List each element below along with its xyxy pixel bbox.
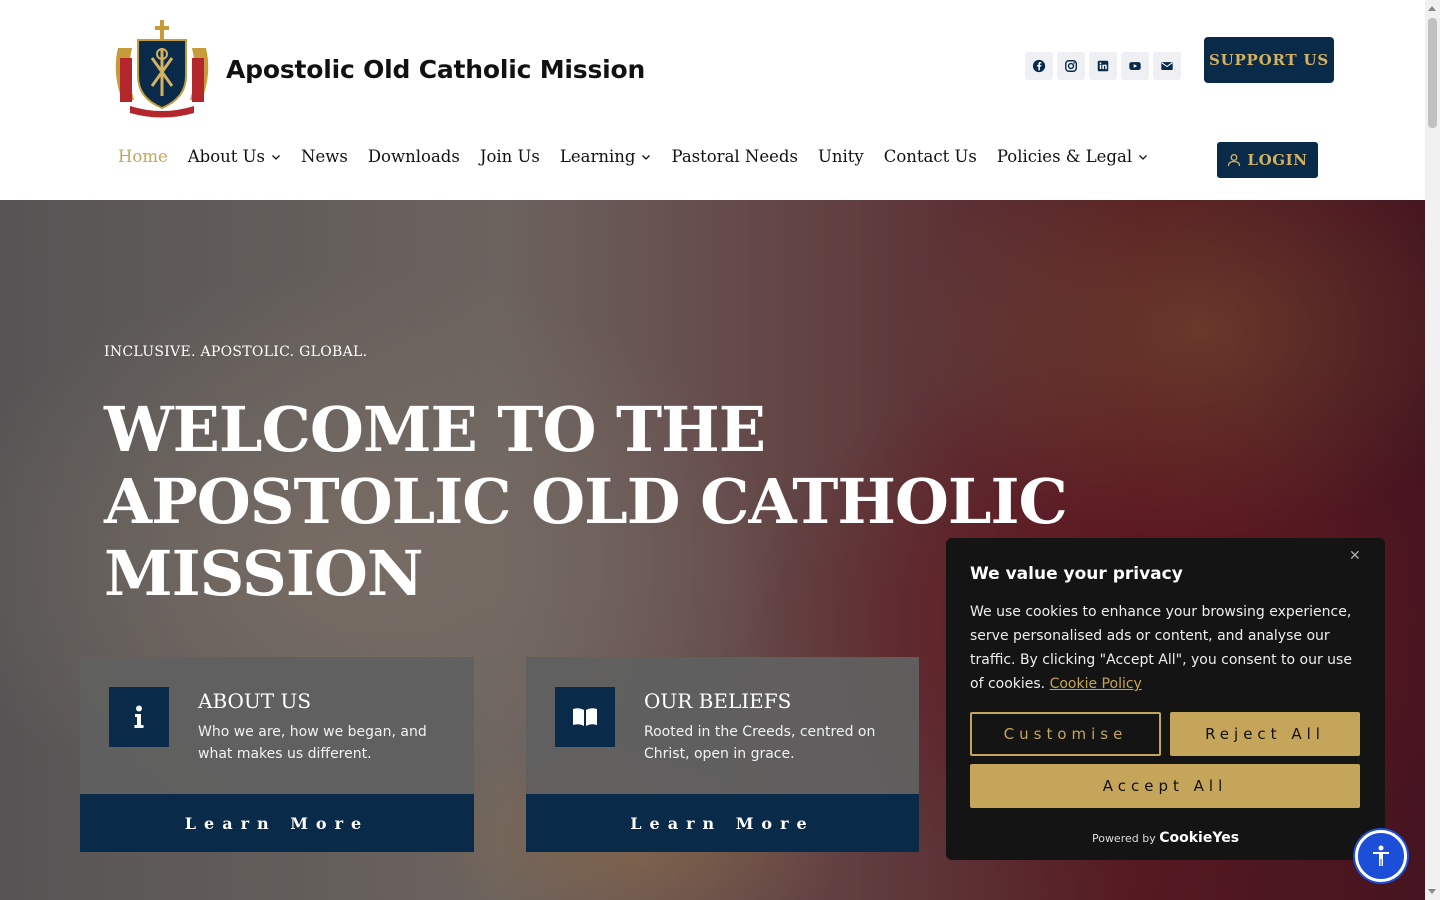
nav-label: Unity (817, 147, 864, 166)
accessibility-button[interactable] (1355, 830, 1407, 882)
learn-more-button[interactable]: Learn More (80, 794, 474, 852)
email-icon[interactable] (1153, 52, 1181, 80)
hero-eyebrow: INCLUSIVE. APOSTOLIC. GLOBAL. (104, 344, 368, 360)
card-text: Who we are, how we began, and what makes… (198, 724, 427, 762)
login-button[interactable]: LOGIN (1217, 142, 1318, 178)
cookie-body: We use cookies to enhance your browsing … (970, 604, 1352, 692)
nav-label: Policies & Legal (996, 147, 1133, 166)
card-body: OUR BELIEFS Rooted in the Creeds, centre… (526, 657, 919, 794)
main-nav: Home About Us News Downloads Join Us Lea… (118, 147, 1168, 166)
cookie-consent-banner: ✕ We value your privacy We use cookies t… (946, 538, 1385, 860)
card-title: ABOUT US (198, 689, 312, 713)
card-body: ABOUT US Who we are, how we began, and w… (80, 657, 474, 794)
hero-title-line: WELCOME TO THE (104, 393, 766, 466)
nav-label: Downloads (367, 147, 460, 166)
nav-item-pastoral-needs[interactable]: Pastoral Needs (671, 147, 797, 166)
social-links (1025, 52, 1181, 80)
user-icon (1228, 154, 1241, 167)
nav-item-policies-legal[interactable]: Policies & Legal (997, 147, 1148, 166)
cookie-actions: Customise Reject All (970, 712, 1361, 756)
info-icon (109, 687, 169, 747)
login-label: LOGIN (1247, 151, 1308, 169)
nav-label: Contact Us (883, 147, 977, 166)
accessibility-icon (1373, 845, 1389, 866)
chevron-down-icon (1139, 154, 1148, 160)
nav-label: About Us (187, 147, 266, 166)
hero-title-line: APOSTOLIC OLD CATHOLIC (104, 465, 1068, 538)
cookie-text: We use cookies to enhance your browsing … (970, 600, 1361, 696)
chevron-down-icon (272, 154, 280, 160)
card-text: Rooted in the Creeds, centred on Christ,… (644, 724, 876, 762)
scroll-down-icon[interactable] (1428, 889, 1436, 894)
brand[interactable]: Apostolic Old Catholic Mission (112, 18, 645, 120)
youtube-icon[interactable] (1121, 52, 1149, 80)
customise-button[interactable]: Customise (970, 712, 1161, 756)
nav-item-contact-us[interactable]: Contact Us (884, 147, 977, 166)
close-icon[interactable]: ✕ (1349, 548, 1363, 564)
logo-icon[interactable] (112, 18, 212, 120)
learn-more-button[interactable]: Learn More (526, 794, 919, 852)
our-beliefs-card: OUR BELIEFS Rooted in the Creeds, centre… (526, 657, 919, 852)
scrollbar[interactable] (1425, 0, 1440, 900)
nav-label: Home (118, 147, 168, 166)
card-title: OUR BELIEFS (644, 689, 792, 713)
powered-by: Powered by CookieYes (946, 830, 1385, 846)
cookie-title: We value your privacy (970, 564, 1183, 584)
nav-label: News (301, 147, 348, 166)
about-us-card: ABOUT US Who we are, how we began, and w… (80, 657, 474, 852)
scroll-up-icon[interactable] (1428, 6, 1436, 11)
facebook-icon[interactable] (1025, 52, 1053, 80)
nav-label: Join Us (479, 147, 540, 166)
chevron-down-icon (642, 154, 651, 160)
cookie-policy-link[interactable]: Cookie Policy (1050, 676, 1142, 692)
linkedin-icon[interactable] (1089, 52, 1117, 80)
nav-item-home[interactable]: Home (118, 147, 168, 166)
nav-item-downloads[interactable]: Downloads (368, 147, 460, 166)
nav-item-news[interactable]: News (301, 147, 348, 166)
site-header: Apostolic Old Catholic Mission SUPPORT U… (0, 0, 1425, 200)
nav-label: Pastoral Needs (671, 147, 798, 166)
nav-item-about-us[interactable]: About Us (188, 147, 281, 166)
powered-by-text: Powered by (1091, 832, 1156, 845)
site-title[interactable]: Apostolic Old Catholic Mission (226, 55, 645, 84)
cookieyes-logo[interactable]: CookieYes (1159, 830, 1239, 846)
nav-label: Learning (559, 147, 636, 166)
accept-all-button[interactable]: Accept All (970, 764, 1360, 808)
support-us-button[interactable]: SUPPORT US (1204, 37, 1334, 83)
instagram-icon[interactable] (1057, 52, 1085, 80)
nav-item-learning[interactable]: Learning (560, 147, 652, 166)
nav-item-unity[interactable]: Unity (818, 147, 864, 166)
scroll-thumb[interactable] (1428, 18, 1437, 128)
nav-item-join-us[interactable]: Join Us (480, 147, 540, 166)
reject-all-button[interactable]: Reject All (1170, 712, 1360, 756)
book-icon (555, 687, 615, 747)
